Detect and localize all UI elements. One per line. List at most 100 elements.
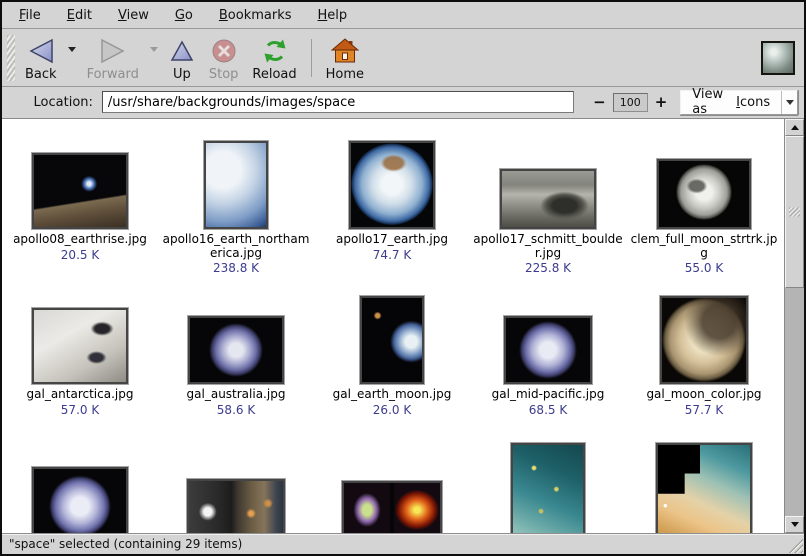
arrow-down-icon [791, 522, 799, 527]
file-thumbnail[interactable] [504, 316, 592, 384]
file-icon[interactable] [626, 441, 782, 533]
content-area: apollo08_earthrise.jpg20.5 Kapollo16_ear… [2, 119, 804, 533]
file-size: 68.5 K [529, 403, 567, 417]
file-thumbnail[interactable] [204, 141, 268, 229]
forward-button[interactable]: Forward [80, 31, 146, 85]
menu-go[interactable]: Go [162, 4, 206, 27]
file-icon[interactable] [470, 441, 626, 533]
file-icon[interactable] [314, 441, 470, 533]
scrollbar-grip [789, 208, 800, 217]
view-as-combo[interactable]: View as Icons [680, 90, 798, 115]
stop-label: Stop [209, 67, 239, 82]
view-as-label: View as Icons [681, 91, 781, 114]
scrollbar-up-button[interactable] [785, 119, 804, 136]
file-icon[interactable]: gal_moon_color.jpg57.7 K [626, 286, 782, 434]
forward-history-dropdown[interactable] [146, 31, 162, 67]
file-thumbnail[interactable] [349, 141, 435, 229]
home-icon [331, 35, 359, 67]
back-arrow-icon [26, 35, 56, 67]
file-thumbnail[interactable] [660, 296, 748, 384]
file-icon[interactable]: apollo17_schmitt_boulder.jpg225.8 K [470, 131, 626, 279]
file-thumbnail[interactable] [187, 479, 285, 533]
file-name: apollo17_schmitt_boulder.jpg [473, 233, 623, 260]
thumbnail-area [32, 286, 128, 384]
menu-view[interactable]: View [105, 4, 162, 27]
home-button[interactable]: Home [319, 31, 371, 85]
file-icon[interactable]: apollo17_earth.jpg74.7 K [314, 131, 470, 279]
file-icon[interactable]: gal_mid-pacific.jpg68.5 K [470, 286, 626, 434]
thumbnail-area [660, 286, 748, 384]
throbber-globe-icon [761, 41, 795, 75]
back-history-dropdown[interactable] [64, 31, 80, 67]
status-text: "space" selected (containing 29 items) [9, 537, 242, 551]
toolbar: Back Forward Up Stop [2, 29, 804, 87]
file-manager-window: FileEditViewGoBookmarksHelp Back Forward… [0, 0, 806, 556]
thumbnail-area [187, 441, 285, 533]
location-input[interactable] [102, 91, 574, 113]
file-name: gal_mid-pacific.jpg [492, 388, 605, 402]
icon-grid: apollo08_earthrise.jpg20.5 Kapollo16_ear… [2, 119, 784, 533]
stop-button[interactable]: Stop [202, 31, 246, 85]
file-name: clem_full_moon_strtrk.jpg [629, 233, 779, 260]
menu-edit[interactable]: Edit [54, 4, 105, 27]
vertical-scrollbar[interactable] [785, 119, 804, 533]
file-thumbnail[interactable] [360, 296, 424, 384]
file-icon[interactable] [2, 441, 158, 533]
file-icon[interactable]: clem_full_moon_strtrk.jpg55.0 K [626, 131, 782, 279]
file-icon[interactable]: gal_antarctica.jpg57.0 K [2, 286, 158, 434]
menu-file[interactable]: File [6, 4, 54, 27]
file-icon[interactable]: gal_australia.jpg58.6 K [158, 286, 314, 434]
menu-help[interactable]: Help [305, 4, 361, 27]
file-name: apollo17_earth.jpg [336, 233, 448, 247]
back-button[interactable]: Back [18, 31, 64, 85]
thumbnail-area [504, 286, 592, 384]
file-size: 58.6 K [217, 403, 255, 417]
status-bar: "space" selected (containing 29 items) [2, 533, 804, 554]
view-as-dropdown-arrow[interactable] [781, 91, 797, 114]
up-label: Up [173, 67, 191, 82]
forward-label: Forward [87, 67, 139, 82]
menu-bookmarks[interactable]: Bookmarks [206, 4, 305, 27]
home-label: Home [326, 67, 364, 82]
location-bar: Location: − 100 + View as Icons [2, 87, 804, 119]
reload-button[interactable]: Reload [245, 31, 303, 85]
file-thumbnail[interactable] [188, 316, 284, 384]
toolbar-drag-handle[interactable] [7, 35, 15, 81]
thumbnail-area [500, 131, 596, 229]
thumbnail-area [342, 441, 442, 533]
scrollbar-thumb[interactable] [785, 136, 804, 288]
file-thumbnail[interactable] [657, 159, 751, 229]
reload-icon [261, 35, 289, 67]
icon-view[interactable]: apollo08_earthrise.jpg20.5 Kapollo16_ear… [2, 119, 785, 533]
file-size: 55.0 K [685, 261, 723, 275]
file-name: gal_antarctica.jpg [27, 388, 134, 402]
file-name: gal_moon_color.jpg [646, 388, 761, 402]
file-thumbnail[interactable] [656, 443, 752, 533]
file-thumbnail[interactable] [32, 467, 128, 533]
file-icon[interactable]: gal_earth_moon.jpg26.0 K [314, 286, 470, 434]
forward-arrow-icon [98, 35, 128, 67]
file-name: apollo16_earth_northamerica.jpg [161, 233, 311, 260]
zoom-out-button[interactable]: − [589, 93, 610, 111]
file-size: 74.7 K [373, 248, 411, 262]
thumbnail-area [32, 441, 128, 533]
zoom-in-button[interactable]: + [651, 93, 672, 111]
file-thumbnail[interactable] [500, 169, 596, 229]
file-size: 238.8 K [213, 261, 259, 275]
up-button[interactable]: Up [162, 31, 202, 85]
file-icon[interactable] [158, 441, 314, 533]
file-thumbnail[interactable] [32, 153, 128, 229]
scrollbar-track[interactable] [785, 136, 804, 516]
chevron-down-icon [68, 47, 76, 52]
thumbnail-area [656, 441, 752, 533]
resize-grip[interactable] [786, 536, 803, 553]
file-thumbnail[interactable] [32, 308, 128, 384]
file-icon[interactable]: apollo08_earthrise.jpg20.5 K [2, 131, 158, 279]
scrollbar-down-button[interactable] [785, 516, 804, 533]
file-name: gal_australia.jpg [187, 388, 286, 402]
file-thumbnail[interactable] [511, 443, 585, 533]
location-label: Location: [34, 95, 93, 110]
file-thumbnail[interactable] [342, 481, 442, 533]
thumbnail-area [657, 131, 751, 229]
file-icon[interactable]: apollo16_earth_northamerica.jpg238.8 K [158, 131, 314, 279]
